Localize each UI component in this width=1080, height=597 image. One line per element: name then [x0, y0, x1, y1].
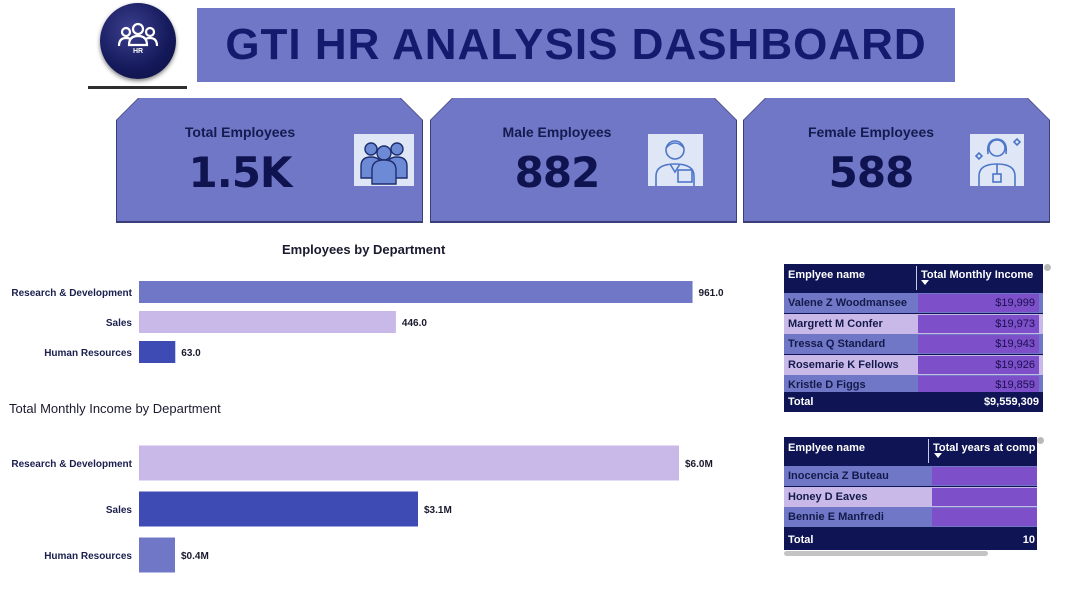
- table-row[interactable]: Valene Z Woodmansee $19,999: [784, 293, 1043, 313]
- value-cell: [932, 508, 1037, 526]
- kpi-card-total-employees[interactable]: Total Employees 1.5K: [117, 98, 422, 221]
- total-value: $9,559,309: [983, 396, 1039, 408]
- employee-name-cell: Inocencia Z Buteau: [788, 470, 889, 482]
- kpi-label: Female Employees: [807, 124, 935, 140]
- kpi-label: Male Employees: [502, 124, 612, 140]
- value-cell: [932, 467, 1037, 485]
- data-label: $0.4M: [181, 551, 209, 562]
- column-header-employee-name[interactable]: Emplyee name: [784, 437, 926, 465]
- table-row[interactable]: Honey D Eaves: [784, 486, 1037, 507]
- column-header-employee-name[interactable]: Emplyee name: [784, 264, 914, 292]
- table-row[interactable]: Rosemarie K Fellows $19,926: [784, 354, 1043, 375]
- column-header-total-years[interactable]: Total years at comp: [929, 437, 1037, 465]
- category-label: Research & Development: [11, 288, 132, 299]
- bar[interactable]: [139, 341, 176, 363]
- table-row[interactable]: Inocencia Z Buteau: [784, 466, 1037, 486]
- category-label: Human Resources: [44, 551, 132, 562]
- value-cell: $19,943: [918, 335, 1039, 353]
- employees-by-department-chart: Research & Development 961.0 Sales 446.0 Hum…: [11, 281, 724, 363]
- table-row[interactable]: Tressa Q Standard $19,943: [784, 334, 1043, 354]
- team-logo-icon: [117, 22, 159, 47]
- income-table[interactable]: Emplyee name Total Monthly Income Valene…: [784, 264, 1043, 412]
- bar[interactable]: [139, 537, 175, 573]
- kpi-value: 1.5K: [188, 148, 293, 197]
- chart-title-employees-by-department: Employees by Department: [282, 242, 446, 257]
- horizontal-scrollbar[interactable]: [784, 551, 988, 556]
- bar[interactable]: [139, 445, 679, 481]
- data-label: $3.1M: [424, 505, 452, 516]
- total-label: Total: [788, 534, 814, 546]
- column-header-total-monthly-income[interactable]: Total Monthly Income: [917, 264, 1043, 292]
- category-label: Research & Development: [11, 459, 132, 470]
- kpi-value: 882: [514, 148, 601, 197]
- employee-name-cell: Valene Z Woodmansee: [788, 297, 908, 309]
- scrollbar-thumb[interactable]: [1037, 437, 1044, 444]
- bar[interactable]: [139, 311, 396, 333]
- total-value: 10: [1022, 534, 1035, 546]
- female-employee-icon: [970, 134, 1024, 186]
- sort-desc-icon[interactable]: [921, 280, 929, 285]
- page-title: GTI HR ANALYSIS DASHBOARD: [225, 20, 927, 69]
- team-icon: [354, 134, 414, 186]
- category-label: Sales: [106, 505, 133, 516]
- total-label: Total: [788, 396, 814, 408]
- bar[interactable]: [139, 491, 418, 527]
- scrollbar-thumb[interactable]: [1044, 264, 1051, 271]
- kpi-card-male-employees[interactable]: Male Employees 882: [431, 98, 736, 221]
- category-label: Sales: [106, 318, 133, 329]
- data-label: 63.0: [181, 348, 201, 359]
- hr-logo: HR: [100, 3, 176, 79]
- data-label: 961.0: [699, 288, 724, 299]
- employee-name-cell: Bennie E Manfredi: [788, 511, 884, 523]
- kpi-value: 588: [828, 148, 915, 197]
- logo-underline: [88, 86, 187, 89]
- chart-title-monthly-income-by-department: Total Monthly Income by Department: [9, 401, 221, 416]
- title-banner: GTI HR ANALYSIS DASHBOARD: [197, 8, 955, 82]
- employee-name-cell: Honey D Eaves: [788, 490, 868, 503]
- employee-name-cell: Margrett M Confer: [788, 317, 883, 330]
- kpi-label: Total Employees: [184, 124, 296, 140]
- years-at-company-table[interactable]: Emplyee name Total years at comp Inocenc…: [784, 437, 1037, 550]
- table-row[interactable]: Margrett M Confer $19,973: [784, 313, 1043, 334]
- category-label: Human Resources: [44, 348, 132, 359]
- employee-name-cell: Tressa Q Standard: [788, 338, 886, 350]
- table-row[interactable]: Bennie E Manfredi: [784, 507, 1037, 527]
- male-employee-icon: [648, 134, 703, 186]
- table-total-row: Total 10: [784, 530, 1037, 550]
- data-label: $6.0M: [685, 459, 713, 470]
- value-cell: $19,973: [918, 314, 1039, 333]
- monthly-income-by-department-chart: Research & Development $6.0M Sales $3.1M Hum…: [11, 445, 713, 573]
- bar[interactable]: [139, 281, 693, 303]
- data-label: 446.0: [402, 318, 427, 329]
- value-cell: $19,999: [918, 294, 1039, 312]
- value-cell: [932, 487, 1037, 506]
- employee-name-cell: Rosemarie K Fellows: [788, 358, 899, 371]
- kpi-card-female-employees[interactable]: Female Employees 588: [744, 98, 1049, 221]
- table-total-row: Total $9,559,309: [784, 392, 1043, 412]
- logo-text: HR: [132, 48, 144, 55]
- sort-desc-icon[interactable]: [934, 453, 942, 458]
- value-cell: $19,926: [918, 355, 1039, 374]
